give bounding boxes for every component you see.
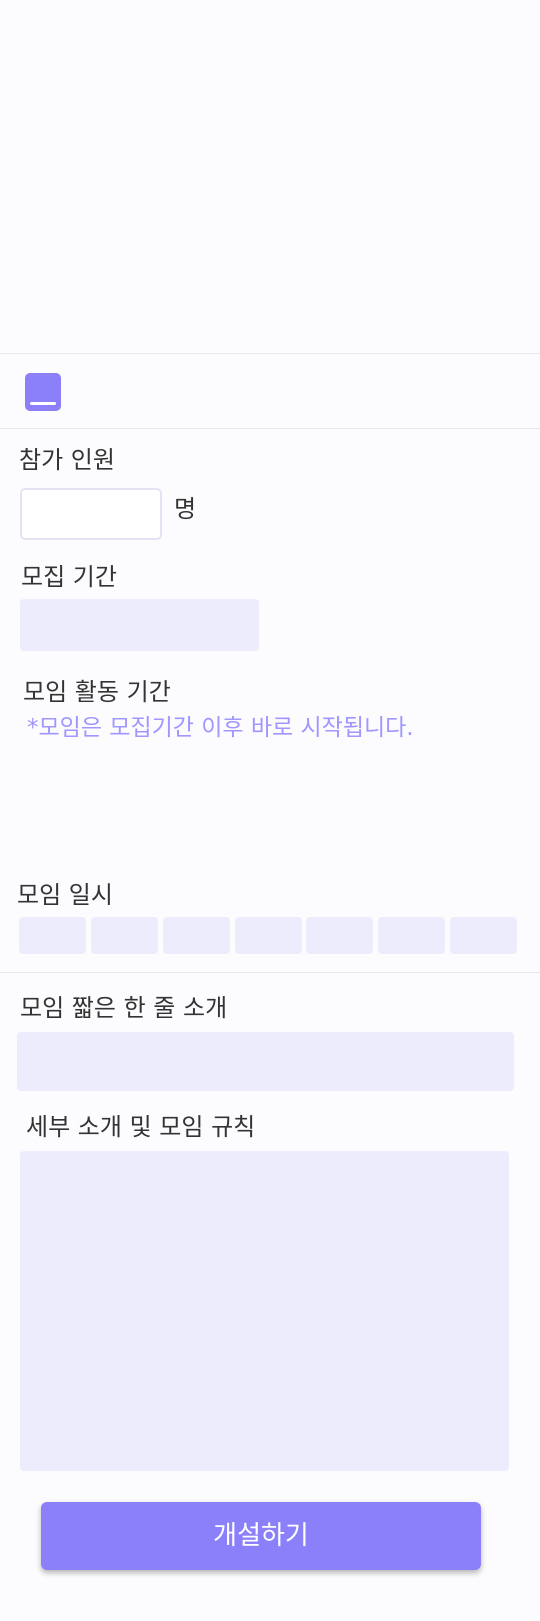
schedule-day-2[interactable] — [91, 917, 158, 954]
details-textarea[interactable] — [20, 1151, 509, 1471]
schedule-day-7[interactable] — [450, 917, 517, 954]
create-button[interactable]: 개설하기 — [41, 1502, 481, 1570]
schedule-divider — [0, 972, 540, 973]
schedule-day-6[interactable] — [378, 917, 445, 954]
header-divider — [0, 428, 540, 429]
schedule-day-4[interactable] — [235, 917, 302, 954]
participants-unit: 명 — [174, 495, 197, 523]
schedule-label: 모임 일시 — [17, 881, 113, 909]
book-icon — [25, 373, 61, 411]
activity-period-label: 모임 활동 기간 — [23, 678, 171, 706]
short-intro-field[interactable] — [17, 1032, 514, 1091]
participants-input[interactable] — [20, 488, 162, 540]
top-divider — [0, 353, 540, 354]
schedule-day-1[interactable] — [19, 917, 86, 954]
recruit-period-field[interactable] — [20, 599, 259, 651]
details-label: 세부 소개 및 모임 규칙 — [26, 1113, 256, 1141]
activity-period-note: *모임은 모집기간 이후 바로 시작됩니다. — [27, 715, 414, 741]
schedule-day-5[interactable] — [306, 917, 373, 954]
schedule-day-3[interactable] — [163, 917, 230, 954]
participants-label: 참가 인원 — [19, 446, 115, 474]
recruit-period-label: 모집 기간 — [21, 563, 117, 591]
short-intro-label: 모임 짧은 한 줄 소개 — [20, 994, 228, 1022]
